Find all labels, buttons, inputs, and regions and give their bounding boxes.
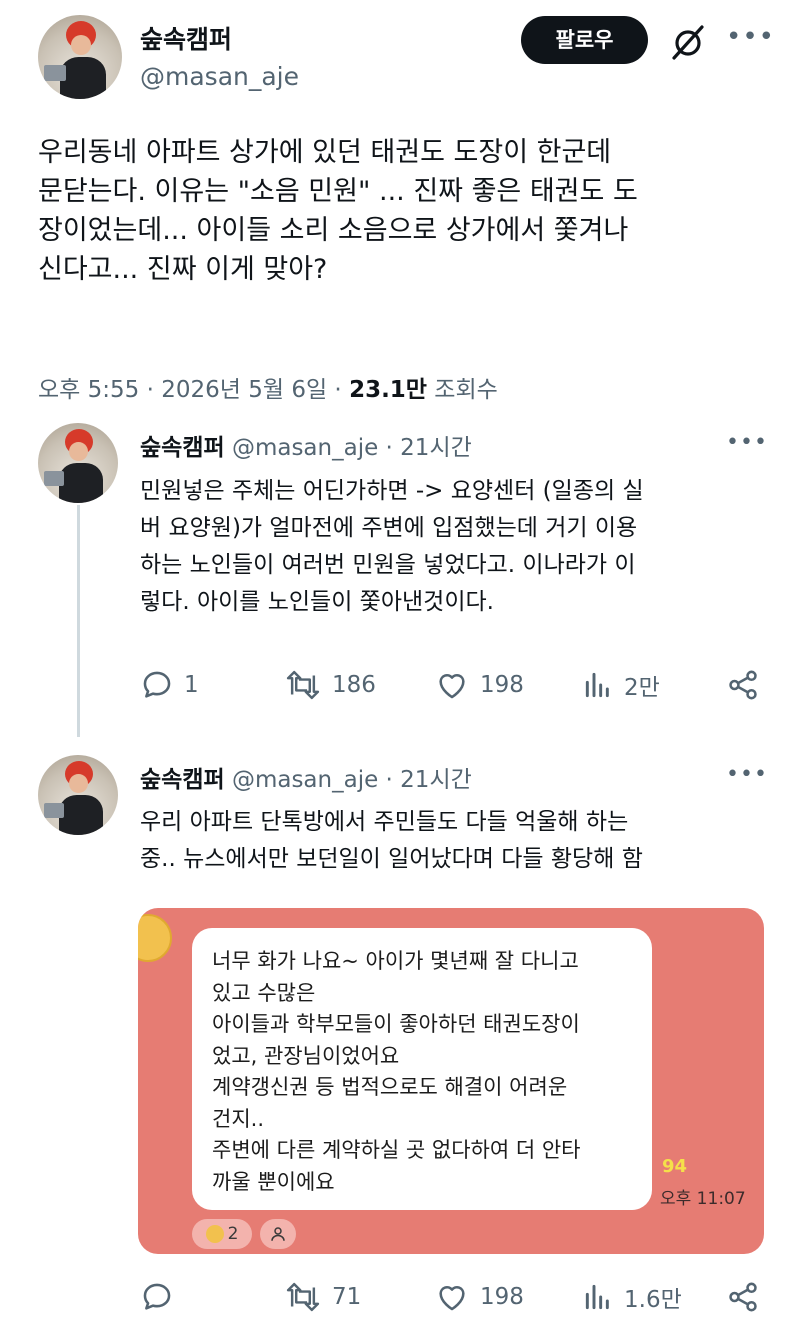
text-line: 우리동네 아파트 상가에 있던 태권도 도장이 한군데 — [38, 137, 612, 168]
text-line: 신다고... 진짜 이게 맞아? — [38, 254, 328, 285]
text-line: 버 요양원)가 얼마전에 주변에 입점했는데 거기 이용 — [140, 515, 638, 541]
chat-line: 계약갱신권 등 법적으로도 해결이 어려운 — [212, 1075, 568, 1099]
views-count: 1.6만 — [624, 1287, 682, 1313]
share-icon — [729, 670, 757, 700]
like-count: 198 — [480, 1284, 524, 1310]
like-count: 198 — [480, 672, 524, 698]
repost-button[interactable]: 186 — [284, 668, 376, 702]
main-handle[interactable]: @masan_aje — [140, 62, 299, 91]
chat-line: 너무 화가 나요~ 아이가 몇년째 잘 다니고 — [212, 949, 579, 973]
repost-button[interactable]: 71 — [284, 1280, 361, 1314]
reply-text: 우리 아파트 단톡방에서 주민들도 다들 억울해 하는 중.. 뉴스에서만 보던… — [140, 804, 643, 878]
reply-handle-time[interactable]: @masan_aje · 21시간 — [232, 767, 472, 793]
repost-icon — [286, 670, 320, 700]
main-display-name[interactable]: 숲속캠퍼 — [140, 20, 232, 56]
chat-unread-count: 94 — [662, 1156, 688, 1177]
chat-time: 오후 11:07 — [660, 1189, 746, 1209]
comment-icon — [143, 671, 171, 698]
repost-count: 71 — [332, 1284, 362, 1310]
reply-avatar[interactable] — [38, 423, 118, 503]
reply-handle-time[interactable]: @masan_aje · 21시간 — [232, 435, 472, 461]
text-line: 렇다. 아이를 노인들이 쫓아낸것이다. — [140, 589, 494, 615]
follow-button[interactable]: 팔로우 — [521, 16, 648, 64]
main-post-text: 우리동네 아파트 상가에 있던 태권도 도장이 한군데 문닫는다. 이유는 "소… — [38, 133, 638, 289]
post-meta: 오후 5:55 · 2026년 5월 6일 · 23.1만 조회수 — [38, 370, 498, 404]
text-line: 장이었는데... 아이들 소리 소음으로 상가에서 쫓겨나 — [38, 215, 629, 246]
chat-reaction: 2 — [192, 1219, 252, 1249]
sad-face-icon — [205, 1225, 224, 1243]
text-line: 중.. 뉴스에서만 보던일이 일어났다며 다들 황당해 함 — [140, 846, 643, 872]
chat-line: 건지.. — [212, 1106, 264, 1131]
repost-icon — [286, 1282, 320, 1312]
views-button[interactable]: 1.6만 — [582, 1280, 682, 1314]
reply-more-icon[interactable]: ••• — [726, 762, 768, 787]
share-button[interactable] — [726, 668, 760, 706]
analytics-icon — [585, 1284, 609, 1310]
chat-bubble: 너무 화가 나요~ 아이가 몇년째 잘 다니고 있고 수많은 아이들과 학부모들… — [192, 928, 652, 1210]
add-reaction-button — [260, 1219, 296, 1249]
text-line: 우리 아파트 단톡방에서 주민들도 다들 억울해 하는 — [140, 809, 629, 835]
comment-icon — [143, 1283, 171, 1310]
like-button[interactable]: 198 — [434, 668, 524, 702]
views-label: 조회수 — [434, 377, 498, 403]
chat-profile-icon — [138, 914, 172, 962]
thread-line — [77, 505, 80, 737]
views-count: 2만 — [624, 675, 660, 701]
chat-line: 었고, 관장님이었어요 — [212, 1043, 400, 1068]
reply-header: 숲속캠퍼 @masan_aje · 21시간 — [140, 428, 472, 462]
like-button[interactable]: 198 — [434, 1280, 524, 1314]
person-icon — [271, 1227, 285, 1241]
attached-image[interactable]: 너무 화가 나요~ 아이가 몇년째 잘 다니고 있고 수많은 아이들과 학부모들… — [138, 908, 764, 1254]
reply-button[interactable] — [140, 1280, 184, 1314]
chat-line: 아이들과 학부모들이 좋아하던 태권도장이 — [212, 1012, 580, 1036]
reply-text: 민원넣은 주체는 어딘가하면 -> 요양센터 (일종의 실 버 요양원)가 얼마… — [140, 473, 644, 621]
text-line: 하는 노인들이 여러번 민원을 넣었다고. 이나라가 이 — [140, 552, 636, 578]
reply-display-name[interactable]: 숲속캠퍼 — [140, 435, 225, 461]
main-avatar[interactable] — [38, 15, 122, 99]
chat-line: 까울 뿐이에요 — [212, 1169, 335, 1194]
text-line: 문닫는다. 이유는 "소음 민원" ... 진짜 좋은 태권도 도 — [38, 176, 638, 207]
post-timestamp[interactable]: 오후 5:55 · 2026년 5월 6일 · — [38, 377, 342, 403]
views-count: 23.1만 — [349, 377, 427, 403]
reaction-count: 2 — [227, 1224, 239, 1244]
share-icon — [729, 1282, 757, 1312]
reply-count: 1 — [184, 672, 199, 698]
reply-display-name[interactable]: 숲속캠퍼 — [140, 767, 225, 793]
chat-line: 있고 수많은 — [212, 980, 316, 1005]
views-button[interactable]: 2만 — [582, 668, 660, 702]
share-button[interactable] — [726, 1280, 760, 1318]
reply-more-icon[interactable]: ••• — [726, 430, 768, 455]
repost-count: 186 — [332, 672, 376, 698]
heart-icon — [439, 1285, 465, 1311]
reply-header: 숲속캠퍼 @masan_aje · 21시간 — [140, 760, 472, 794]
more-icon[interactable]: ••• — [726, 22, 775, 52]
reply-button[interactable]: 1 — [140, 668, 199, 702]
reply-avatar[interactable] — [38, 755, 118, 835]
analytics-icon — [585, 672, 609, 698]
chat-line: 주변에 다른 계약하실 곳 없다하여 더 안타 — [212, 1138, 581, 1162]
heart-icon — [439, 673, 465, 699]
grok-icon[interactable] — [668, 22, 708, 62]
text-line: 민원넣은 주체는 어딘가하면 -> 요양센터 (일종의 실 — [140, 478, 644, 504]
